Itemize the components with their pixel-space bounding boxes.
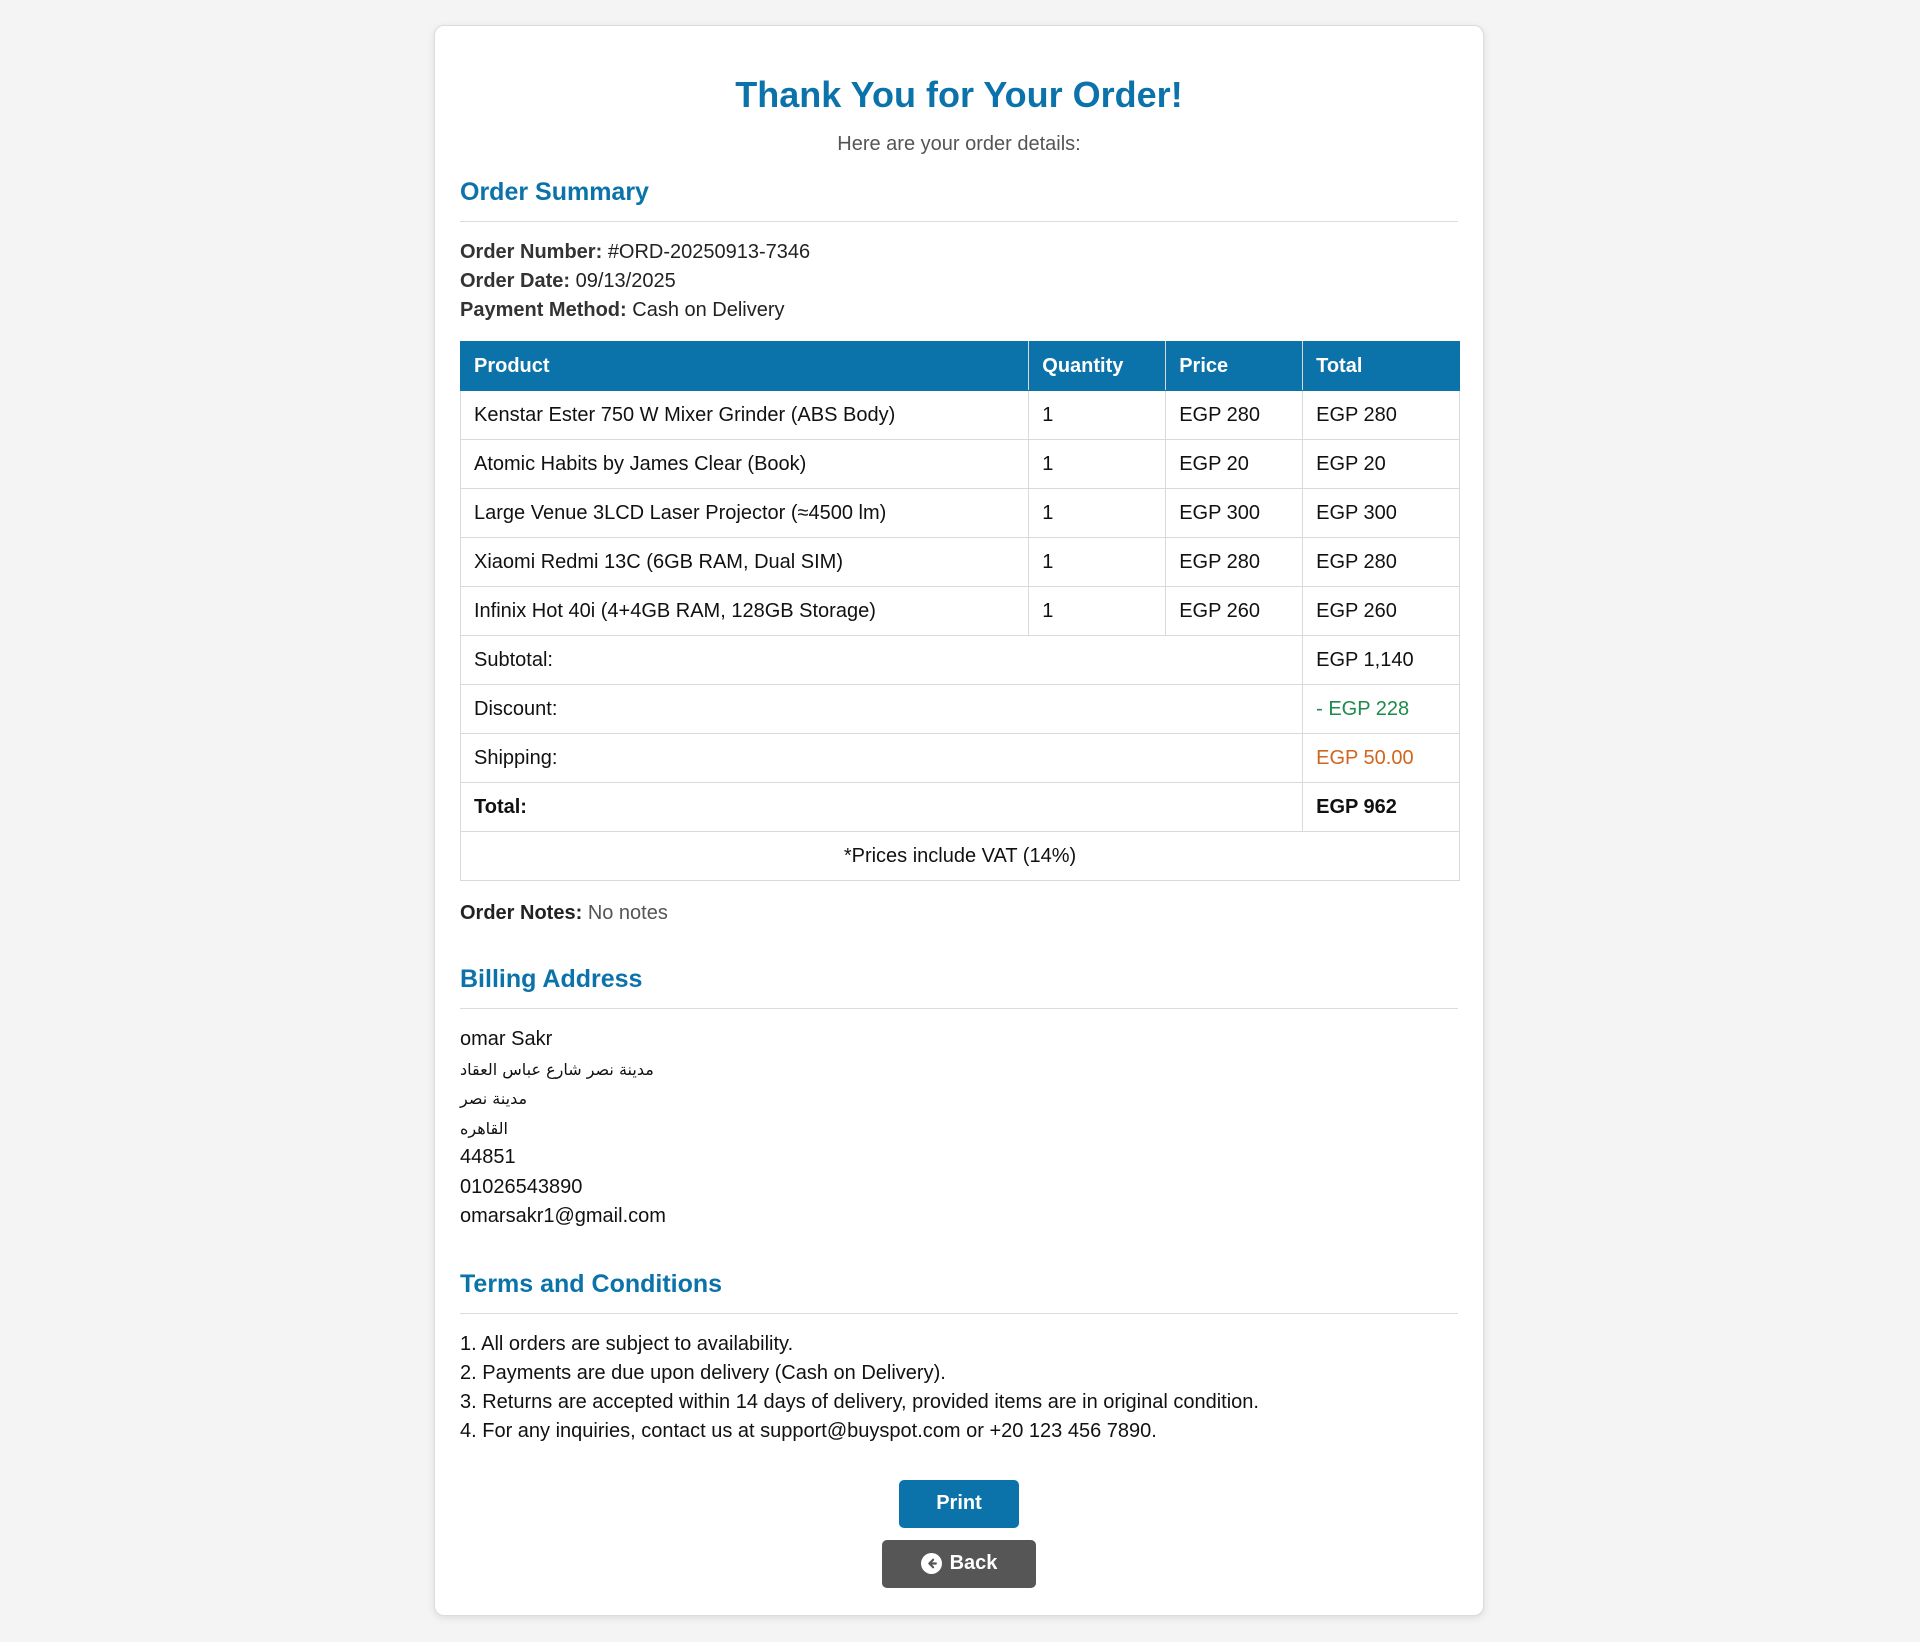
order-notes-value: No notes [587, 902, 668, 924]
shipping-label: Shipping: [459, 733, 1304, 783]
billing-address: omar Sakr مدينة نصر شارع عباس العقاد مدي… [460, 1025, 1458, 1232]
total-cell: EGP 260 [1302, 586, 1460, 636]
action-buttons: Print Back [460, 1479, 1458, 1588]
payment-method-line: Payment Method: Cash on Delivery [460, 296, 1458, 325]
discount-label: Discount: [459, 684, 1304, 734]
back-button[interactable]: Back [882, 1539, 1036, 1588]
billing-phone: 01026543890 [460, 1175, 583, 1198]
terms-item: 2. Payments are due upon delivery (Cash … [460, 1361, 946, 1384]
shipping-value: EGP 50.00 [1302, 733, 1460, 783]
print-button[interactable]: Print [899, 1479, 1019, 1528]
order-date-line: Order Date: 09/13/2025 [460, 267, 1458, 296]
terms-list: 1. All orders are subject to availabilit… [460, 1330, 1458, 1446]
subtotal-value: EGP 1,140 [1302, 635, 1460, 685]
order-notes-label: Order Notes: [460, 902, 583, 924]
total-cell: EGP 300 [1302, 488, 1460, 538]
order-number-line: Order Number: #ORD-20250913-7346 [460, 238, 1458, 267]
discount-value: - EGP 228 [1302, 684, 1460, 734]
payment-method-label: Payment Method: [460, 299, 627, 321]
price-cell: EGP 260 [1165, 586, 1304, 636]
terms-item: 4. For any inquiries, contact us at supp… [460, 1419, 1157, 1442]
product-cell: Atomic Habits by James Clear (Book) [459, 439, 1030, 489]
subtotal-label: Subtotal: [459, 635, 1304, 685]
order-notes: Order Notes: No notes [460, 901, 1458, 925]
discount-row: Discount: - EGP 228 [459, 684, 1460, 734]
order-items-table: Product Quantity Price Total Kenstar Est… [459, 341, 1460, 881]
header-total: Total [1302, 341, 1460, 391]
table-row: Large Venue 3LCD Laser Projector (≈4500 … [459, 488, 1460, 538]
billing-address-heading: Billing Address [460, 963, 1458, 1009]
price-cell: EGP 300 [1165, 488, 1304, 538]
order-date-value: 09/13/2025 [575, 270, 676, 292]
grand-total-row: Total: EGP 962 [459, 782, 1460, 832]
back-button-label: Back [949, 1552, 998, 1574]
total-cell: EGP 280 [1302, 390, 1460, 440]
order-confirmation-card: Thank You for Your Order! Here are your … [434, 25, 1484, 1616]
quantity-cell: 1 [1028, 586, 1167, 636]
order-date-label: Order Date: [460, 270, 571, 292]
product-cell: Large Venue 3LCD Laser Projector (≈4500 … [459, 488, 1030, 538]
vat-row: *Prices include VAT (14%) [460, 831, 1460, 881]
quantity-cell: 1 [1028, 390, 1167, 440]
order-info: Order Number: #ORD-20250913-7346 Order D… [460, 238, 1458, 325]
total-cell: EGP 20 [1302, 439, 1460, 489]
grand-total-label: Total: [459, 782, 1304, 832]
order-number-value: #ORD-20250913-7346 [607, 241, 811, 263]
billing-city: القاهره [460, 1118, 508, 1138]
billing-name: omar Sakr [460, 1028, 553, 1050]
billing-district: مدينة نصر [460, 1089, 528, 1108]
table-header-row: Product Quantity Price Total [459, 341, 1460, 391]
page-subtitle: Here are your order details: [837, 133, 1081, 155]
billing-street: مدينة نصر شارع عباس العقاد [460, 1059, 654, 1079]
header-price: Price [1165, 341, 1304, 391]
order-number-label: Order Number: [460, 241, 603, 263]
order-summary-heading: Order Summary [460, 176, 1458, 222]
terms-item: 1. All orders are subject to availabilit… [460, 1332, 794, 1355]
vat-note: *Prices include VAT (14%) [460, 831, 1460, 881]
table-row: Kenstar Ester 750 W Mixer Grinder (ABS B… [459, 390, 1460, 440]
grand-total-value: EGP 962 [1302, 782, 1460, 832]
product-cell: Infinix Hot 40i (4+4GB RAM, 128GB Storag… [459, 586, 1030, 636]
table-row: Atomic Habits by James Clear (Book) 1 EG… [459, 439, 1460, 489]
terms-heading: Terms and Conditions [460, 1268, 1458, 1314]
quantity-cell: 1 [1028, 488, 1167, 538]
terms-item: 3. Returns are accepted within 14 days o… [460, 1390, 1259, 1413]
product-cell: Xiaomi Redmi 13C (6GB RAM, Dual SIM) [459, 537, 1030, 587]
table-row: Xiaomi Redmi 13C (6GB RAM, Dual SIM) 1 E… [459, 537, 1460, 587]
payment-method-value: Cash on Delivery [632, 299, 785, 321]
price-cell: EGP 280 [1165, 390, 1304, 440]
page-title: Thank You for Your Order! [735, 74, 1183, 115]
billing-email: omarsakr1@gmail.com [460, 1205, 666, 1227]
arrow-left-circle-icon [920, 1553, 942, 1574]
quantity-cell: 1 [1028, 439, 1167, 489]
subtotal-row: Subtotal: EGP 1,140 [459, 635, 1460, 685]
shipping-row: Shipping: EGP 50.00 [459, 733, 1460, 783]
billing-postal-code: 44851 [460, 1146, 516, 1168]
price-cell: EGP 280 [1165, 537, 1304, 587]
price-cell: EGP 20 [1165, 439, 1304, 489]
header-product: Product [459, 341, 1030, 391]
table-row: Infinix Hot 40i (4+4GB RAM, 128GB Storag… [459, 586, 1460, 636]
product-cell: Kenstar Ester 750 W Mixer Grinder (ABS B… [459, 390, 1030, 440]
header-quantity: Quantity [1028, 341, 1167, 391]
quantity-cell: 1 [1028, 537, 1167, 587]
total-cell: EGP 280 [1302, 537, 1460, 587]
